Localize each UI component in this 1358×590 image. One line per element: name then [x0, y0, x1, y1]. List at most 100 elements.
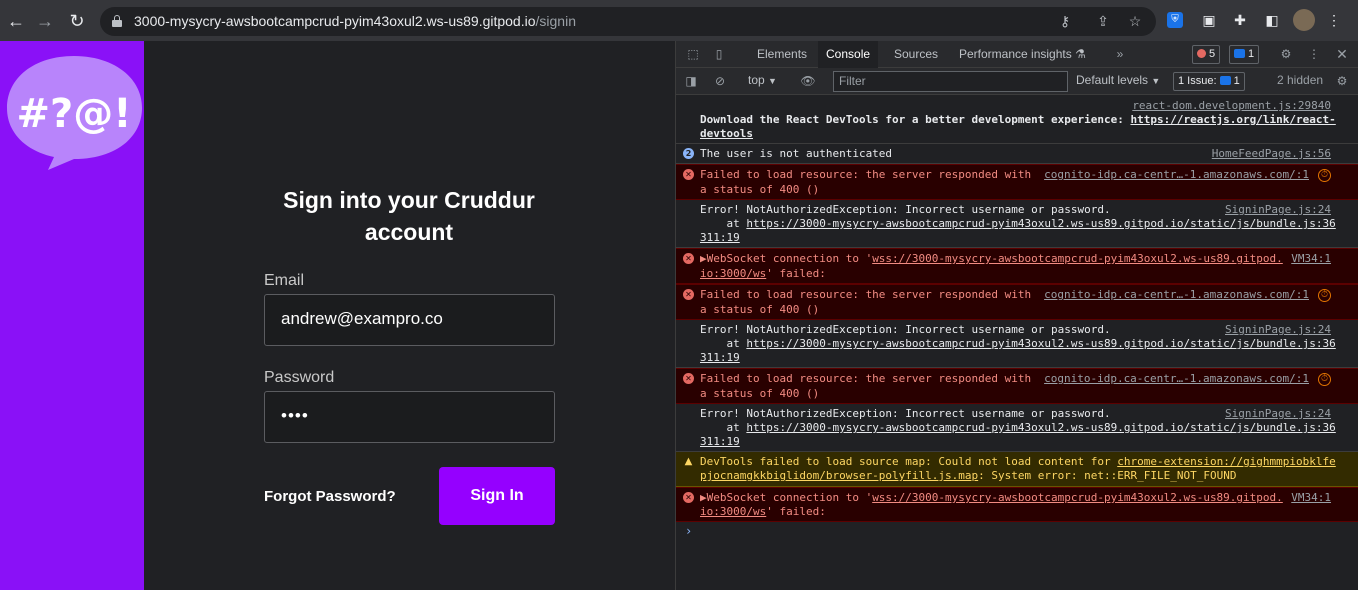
stack-link[interactable]: https://3000-mysycry-awsbootcampcrud-pyi… [746, 217, 1335, 230]
inspect-icon[interactable]: ⬚ [685, 46, 701, 62]
forward-icon[interactable]: → [33, 9, 57, 33]
share-icon[interactable]: ⇪ [1094, 12, 1112, 30]
stack-line: at https://3000-mysycry-awsbootcampcrud-… [700, 337, 1335, 351]
message-text-part: DevTools failed to load source map: Coul… [700, 455, 1118, 468]
stack-at: at [700, 217, 747, 230]
password-field[interactable]: •••• [264, 391, 555, 443]
message-text: Failed to load resource: the server resp… [700, 372, 1032, 385]
stack-link[interactable]: https://3000-mysycry-awsbootcampcrud-pyi… [746, 337, 1335, 350]
stack-link-cont[interactable]: 311:19 [700, 435, 740, 449]
message-source[interactable]: SigninPage.js:24 [1225, 407, 1331, 421]
back-icon[interactable]: ← [4, 9, 28, 33]
message-text: Error! NotAuthorizedException: Incorrect… [700, 407, 1111, 420]
message-text: Failed to load resource: the server resp… [700, 288, 1032, 301]
message-source[interactable]: HomeFeedPage.js:56 [1212, 147, 1331, 161]
address-bar[interactable]: 3000-mysycry-awsbootcampcrud-pyim43oxul2… [100, 7, 1156, 36]
message-link[interactable]: chrome-extension://gighmmpiobklfe [1117, 455, 1336, 468]
log-levels-label: Default levels [1076, 73, 1149, 87]
reload-icon[interactable]: ↻ [65, 9, 89, 33]
device-toolbar-icon[interactable]: ▯ [711, 46, 727, 62]
tab-performance-insights-label: Performance insights [959, 47, 1072, 61]
error-count: 5 [1209, 48, 1216, 60]
email-field[interactable]: andrew@exampro.co [264, 294, 555, 346]
tab-console[interactable]: Console [818, 41, 879, 68]
live-expression-eye-icon[interactable]: 👁 [800, 73, 816, 89]
message-link-cont[interactable]: pjocnamgkkbiglidom/browser-polyfill.js.m… [700, 469, 978, 482]
extension-window-icon[interactable]: ▣ [1199, 10, 1219, 30]
extensions-puzzle-icon[interactable]: ✚ [1230, 10, 1250, 30]
more-tabs-icon[interactable]: » [1112, 46, 1128, 62]
filter-input[interactable]: Filter [833, 71, 1068, 92]
message-source[interactable]: VM34:1 [1291, 252, 1331, 266]
profile-avatar[interactable] [1293, 9, 1315, 31]
message-count-badge[interactable]: 1 [1229, 45, 1260, 64]
message-link[interactable]: https://reactjs.org/link/react- [1130, 113, 1335, 126]
log-levels-select[interactable]: Default levels ▼ [1076, 73, 1160, 87]
error-icon: ✕ [683, 169, 694, 180]
message-text: DevTools failed to load source map: Coul… [700, 455, 1336, 469]
error-icon: ✕ [683, 373, 694, 384]
url-text: 3000-mysycry-awsbootcampcrud-pyim43oxul2… [134, 13, 576, 29]
close-devtools-icon[interactable]: ✕ [1334, 46, 1350, 62]
message-text-cont: pjocnamgkkbiglidom/browser-polyfill.js.m… [700, 469, 1236, 483]
cruddur-logo[interactable]: #?@! [4, 53, 144, 171]
key-icon[interactable]: ⚷ [1056, 12, 1074, 30]
side-panel-icon[interactable]: ◧ [1262, 10, 1282, 30]
message-text-part: Download the React DevTools for a better… [700, 113, 1131, 126]
stack-at: at [700, 337, 747, 350]
sidebar-toggle-icon[interactable]: ◨ [683, 73, 699, 89]
stack-link[interactable]: https://3000-mysycry-awsbootcampcrud-pyi… [746, 421, 1335, 434]
message-source[interactable]: react-dom.development.js:29840 [1132, 99, 1331, 113]
settings-gear-icon[interactable]: ⚙ [1278, 46, 1294, 62]
tab-elements[interactable]: Elements [749, 41, 815, 68]
message-link-cont[interactable]: devtools [700, 127, 753, 141]
extension-shield-icon[interactable]: ⛨ [1167, 12, 1183, 28]
network-request-icon[interactable]: ⏱ [1318, 289, 1331, 302]
message-source[interactable]: cognito-idp.ca-centr…-1.amazonaws.com/:1 [1044, 288, 1309, 302]
message-text-part[interactable]: ▶WebSocket connection to ' [700, 491, 872, 504]
devtools-menu-icon[interactable]: ⋮ [1306, 46, 1322, 62]
menu-kebab-icon[interactable]: ⋮ [1324, 10, 1344, 30]
clear-console-icon[interactable]: ⊘ [712, 73, 728, 89]
message-text: Failed to load resource: the server resp… [700, 168, 1032, 181]
issues-count: 1 [1233, 75, 1240, 87]
message-source[interactable]: SigninPage.js:24 [1225, 323, 1331, 337]
forgot-password-link[interactable]: Forgot Password? [264, 488, 396, 505]
console-toolbar: ◨ ⊘ top ▼ 👁 Filter Default levels ▼ 1 Is… [676, 68, 1358, 95]
page-title: Sign into your Cruddur account [283, 187, 535, 245]
network-request-icon[interactable]: ⏱ [1318, 373, 1331, 386]
console-error: ✕ ▶WebSocket connection to 'wss://3000-m… [676, 487, 1358, 522]
message-source[interactable]: cognito-idp.ca-centr…-1.amazonaws.com/:1 [1044, 168, 1309, 182]
context-select[interactable]: top ▼ [748, 73, 777, 87]
dropdown-arrow-icon: ▼ [768, 76, 777, 86]
signin-page: Sign into your Cruddur account Email and… [144, 41, 675, 590]
network-request-icon[interactable]: ⏱ [1318, 169, 1331, 182]
message-source[interactable]: VM34:1 [1291, 491, 1331, 505]
message-source[interactable]: cognito-idp.ca-centr…-1.amazonaws.com/:1 [1044, 372, 1309, 386]
star-icon[interactable]: ☆ [1126, 12, 1144, 30]
tab-performance-insights[interactable]: Performance insights ⚗ [951, 41, 1094, 68]
console-settings-icon[interactable]: ⚙ [1334, 73, 1350, 89]
message-source[interactable]: SigninPage.js:24 [1225, 203, 1331, 217]
console-prompt[interactable]: › [685, 524, 692, 538]
message-text: ▶WebSocket connection to 'wss://3000-mys… [700, 252, 1283, 266]
message-text: Download the React DevTools for a better… [700, 113, 1336, 127]
message-link[interactable]: wss://3000-mysycry-awsbootcampcrud-pyim4… [872, 252, 1283, 265]
message-text-part[interactable]: ▶WebSocket connection to ' [700, 252, 872, 265]
console-message: 2 The user is not authenticated HomeFeed… [676, 144, 1358, 164]
message-text-cont: a status of 400 () [700, 387, 820, 400]
stack-link-cont[interactable]: 311:19 [700, 231, 740, 245]
message-link[interactable]: wss://3000-mysycry-awsbootcampcrud-pyim4… [872, 491, 1283, 504]
message-link-cont[interactable]: io:3000/ws [700, 505, 766, 518]
error-count-badge[interactable]: 5 [1192, 45, 1221, 64]
repeat-count-badge: 2 [683, 148, 694, 159]
url-path: /signin [535, 13, 576, 29]
issues-badge[interactable]: 1 Issue: 1 [1173, 72, 1245, 91]
tab-sources[interactable]: Sources [886, 41, 946, 68]
console-message: Error! NotAuthorizedException: Incorrect… [676, 404, 1358, 452]
stack-link-cont[interactable]: 311:19 [700, 351, 740, 365]
message-link-cont[interactable]: io:3000/ws [700, 267, 766, 280]
message-count: 1 [1248, 48, 1255, 60]
signin-button[interactable]: Sign In [439, 467, 555, 525]
flask-icon: ⚗ [1075, 47, 1086, 61]
